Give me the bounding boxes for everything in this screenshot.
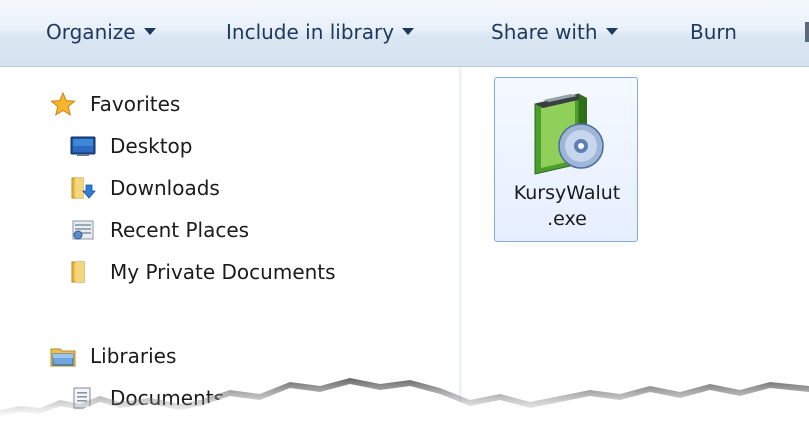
share-with-label: Share with (491, 20, 598, 44)
file-name: KursyWalut .exe (495, 180, 639, 232)
file-name-line1: KursyWalut (513, 182, 621, 204)
installer-exe-icon (534, 93, 604, 175)
share-with-dropdown-icon (605, 28, 618, 35)
torn-edge-decoration (0, 378, 809, 446)
include-in-library-dropdown-icon (402, 28, 415, 35)
include-in-library-label: Include in library (226, 20, 395, 44)
include-in-library-button[interactable]: Include in library (226, 16, 415, 48)
burn-label: Burn (690, 20, 737, 44)
organize-button[interactable]: Organize (46, 16, 156, 48)
recent-places-icon (72, 220, 94, 240)
favorites-star-icon (50, 92, 76, 116)
file-name-line2: .exe (547, 208, 587, 230)
nav-item-label: Downloads (110, 176, 220, 200)
organize-dropdown-icon (143, 28, 156, 35)
nav-item-label: My Private Documents (110, 260, 336, 284)
nav-item-label: Desktop (110, 134, 193, 158)
file-item[interactable]: KursyWalut .exe (494, 77, 638, 242)
nav-favorites-label: Favorites (90, 92, 181, 116)
nav-item-label: Recent Places (110, 218, 250, 242)
command-bar: Organize Include in library Share with B… (0, 0, 809, 67)
downloads-folder-icon (71, 177, 96, 199)
organize-label: Organize (46, 20, 136, 44)
toolbar-overflow-edge (805, 22, 809, 42)
share-with-button[interactable]: Share with (491, 16, 618, 48)
desktop-icon (70, 136, 96, 156)
explorer-window: Organize Include in library Share with B… (0, 0, 809, 446)
burn-button[interactable]: Burn (690, 16, 737, 48)
folder-icon (71, 261, 85, 283)
